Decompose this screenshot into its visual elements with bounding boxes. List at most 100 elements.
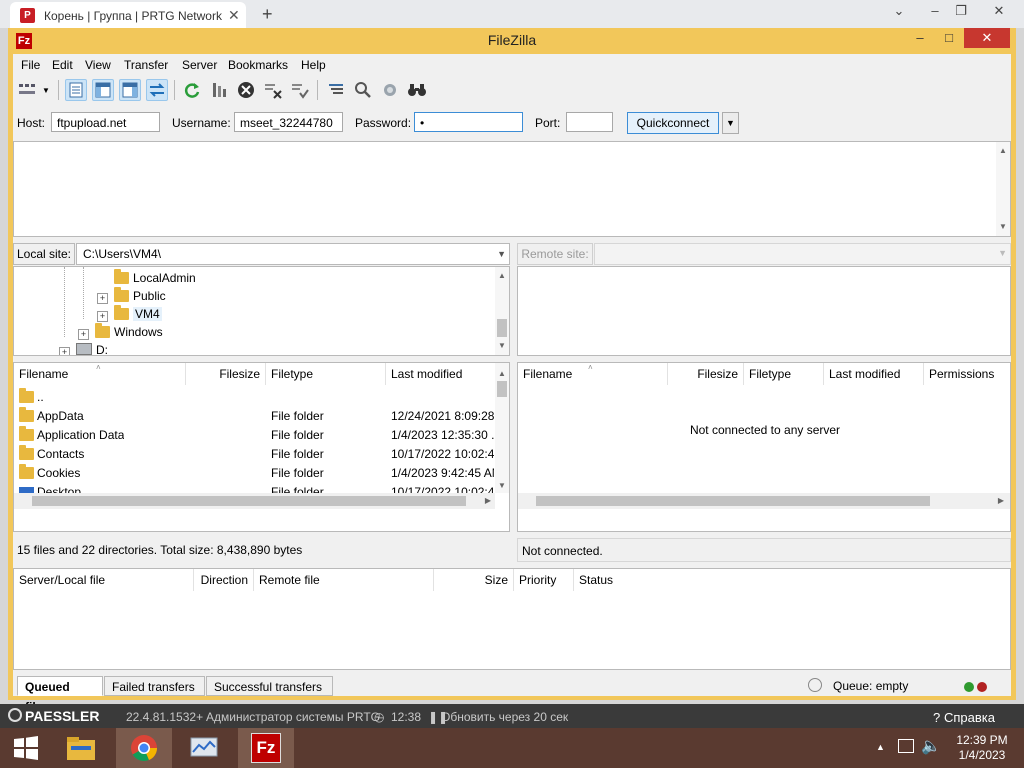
menu-bookmarks[interactable]: Bookmarks (228, 58, 288, 72)
show-hidden-icons-icon[interactable]: ▲ (876, 742, 885, 752)
scroll-up-icon[interactable]: ▲ (996, 144, 1010, 158)
list-item[interactable]: Application Data File folder 1/4/2023 12… (14, 426, 494, 445)
maximize-icon[interactable]: □ (936, 28, 962, 48)
refresh-icon[interactable] (181, 79, 203, 101)
scroll-right-icon[interactable]: ▶ (994, 494, 1008, 508)
menu-file[interactable]: File (21, 58, 40, 72)
quickconnect-dropdown-icon[interactable]: ▼ (722, 112, 739, 134)
list-item[interactable]: .. (14, 388, 494, 407)
column-header-last-modified[interactable]: Last modified (386, 363, 496, 385)
toggle-local-tree-icon[interactable] (92, 79, 114, 101)
prtg-refresh[interactable]: Обновить через 20 сек (441, 710, 568, 724)
column-header-size[interactable]: Size (434, 569, 514, 591)
list-item[interactable]: Contacts File folder 10/17/2022 10:02:4.… (14, 445, 494, 464)
close-icon[interactable]: ✕ (964, 28, 1010, 48)
column-header-permissions[interactable]: Permissions (924, 363, 1006, 385)
volume-icon[interactable]: 🔈 (921, 736, 941, 756)
column-header-filename[interactable]: Filename ˄ (518, 363, 668, 385)
browser-close-icon[interactable]: ✕ (984, 3, 1014, 23)
local-site-path-input[interactable]: C:\Users\VM4\ ▼ (76, 243, 510, 265)
menu-help[interactable]: Help (301, 58, 326, 72)
filezilla-taskbar-icon[interactable]: Fz (238, 728, 294, 768)
local-directory-tree[interactable]: LocalAdmin Public + VM4 + Windows + D: +… (13, 266, 510, 356)
message-log-scrollbar[interactable]: ▲ ▼ (996, 142, 1010, 236)
scroll-down-icon[interactable]: ▼ (495, 479, 509, 493)
expand-icon[interactable]: + (97, 293, 108, 304)
expand-icon[interactable]: + (97, 311, 108, 322)
windows-start-icon[interactable] (0, 728, 52, 768)
column-header-filename[interactable]: Filename ˄ (14, 363, 186, 385)
menu-server[interactable]: Server (182, 58, 217, 72)
performance-monitor-icon[interactable] (178, 728, 230, 768)
list-item[interactable]: Desktop File folder 10/17/2022 10:02:4..… (14, 483, 494, 493)
tree-item-vm4[interactable]: VM4 (114, 305, 162, 323)
tab-close-icon[interactable]: ✕ (228, 7, 242, 23)
scroll-right-icon[interactable]: ▶ (481, 494, 495, 508)
chrome-icon[interactable] (116, 728, 172, 768)
scroll-thumb[interactable] (32, 496, 466, 506)
local-file-list[interactable]: Filename ˄ Filesize Filetype Last modifie… (13, 362, 510, 532)
reconnect-icon[interactable] (289, 79, 311, 101)
scroll-thumb[interactable] (497, 319, 507, 337)
host-input[interactable]: ftpupload.net (51, 112, 160, 132)
remote-file-list[interactable]: Filename ˄ Filesize Filetype Last modifie… (517, 362, 1011, 532)
new-tab-icon[interactable]: + (262, 5, 278, 23)
help-icon[interactable]: ? (933, 710, 940, 725)
directory-filter-icon[interactable] (325, 79, 347, 101)
local-tree-scrollbar[interactable]: ▲ ▼ (495, 267, 509, 355)
system-clock[interactable]: 12:39 PM 1/4/2023 (950, 733, 1014, 763)
column-header-filetype[interactable]: Filetype (266, 363, 386, 385)
cancel-operation-icon[interactable] (235, 79, 257, 101)
local-list-vscrollbar[interactable]: ▲ ▼ (495, 363, 509, 493)
minimize-icon[interactable]: – (906, 28, 934, 48)
browser-tab-search-icon[interactable]: ⌄ (884, 3, 914, 23)
scroll-up-icon[interactable]: ▲ (495, 269, 509, 283)
transfer-queue[interactable]: Server/Local file Direction Remote file … (13, 568, 1011, 670)
toggle-message-log-icon[interactable] (65, 79, 87, 101)
scroll-thumb[interactable] (536, 496, 930, 506)
browser-restore-icon[interactable]: ❐ (946, 3, 976, 23)
browser-tab[interactable]: P Корень | Группа | PRTG Network ✕ (10, 2, 246, 28)
column-header-filesize[interactable]: Filesize (186, 363, 266, 385)
menu-view[interactable]: View (85, 58, 111, 72)
toggle-transfer-queue-icon[interactable] (146, 79, 168, 101)
menu-edit[interactable]: Edit (52, 58, 73, 72)
quickconnect-button[interactable]: Quickconnect (627, 112, 719, 134)
remote-list-hscrollbar[interactable]: ▶ (518, 493, 1010, 509)
list-item[interactable]: Cookies File folder 1/4/2023 9:42:45 AM (14, 464, 494, 483)
site-manager-dropdown-icon[interactable]: ▼ (40, 79, 52, 101)
expand-icon[interactable]: + (59, 347, 70, 355)
menu-transfer[interactable]: Transfer (124, 58, 168, 72)
column-header-last-modified[interactable]: Last modified (824, 363, 924, 385)
binoculars-icon[interactable] (406, 79, 428, 101)
disconnect-icon[interactable] (262, 79, 284, 101)
network-icon[interactable] (898, 739, 914, 753)
local-list-hscrollbar[interactable]: ▶ (14, 493, 495, 509)
column-header-priority[interactable]: Priority (514, 569, 574, 591)
scroll-up-icon[interactable]: ▲ (495, 367, 509, 381)
process-queue-icon[interactable] (208, 79, 230, 101)
sync-browsing-icon[interactable] (379, 79, 401, 101)
port-input[interactable] (566, 112, 613, 132)
prtg-help[interactable]: Справка (944, 710, 995, 725)
column-header-filetype[interactable]: Filetype (744, 363, 824, 385)
search-icon[interactable] (352, 79, 374, 101)
tree-item-localadmin[interactable]: LocalAdmin (114, 269, 196, 287)
list-item[interactable]: AppData File folder 12/24/2021 8:09:28..… (14, 407, 494, 426)
chevron-down-icon[interactable]: ▼ (497, 244, 506, 264)
password-input[interactable]: • (414, 112, 523, 132)
tree-item-windows[interactable]: Windows (95, 323, 163, 341)
username-input[interactable]: mseet_32244780 (234, 112, 343, 132)
tree-item-public[interactable]: Public (114, 287, 166, 305)
scroll-thumb[interactable] (497, 381, 507, 397)
column-header-filesize[interactable]: Filesize (668, 363, 744, 385)
tree-item-drive-d[interactable]: D: (76, 341, 108, 355)
site-manager-icon[interactable] (17, 79, 39, 101)
column-header-server-local-file[interactable]: Server/Local file (14, 569, 194, 591)
column-header-status[interactable]: Status (574, 569, 1012, 591)
prtg-user[interactable]: Администратор системы PRTG (206, 710, 380, 724)
file-explorer-icon[interactable] (55, 728, 107, 768)
column-header-remote-file[interactable]: Remote file (254, 569, 434, 591)
scroll-down-icon[interactable]: ▼ (495, 339, 509, 353)
expand-icon[interactable]: + (78, 329, 89, 340)
